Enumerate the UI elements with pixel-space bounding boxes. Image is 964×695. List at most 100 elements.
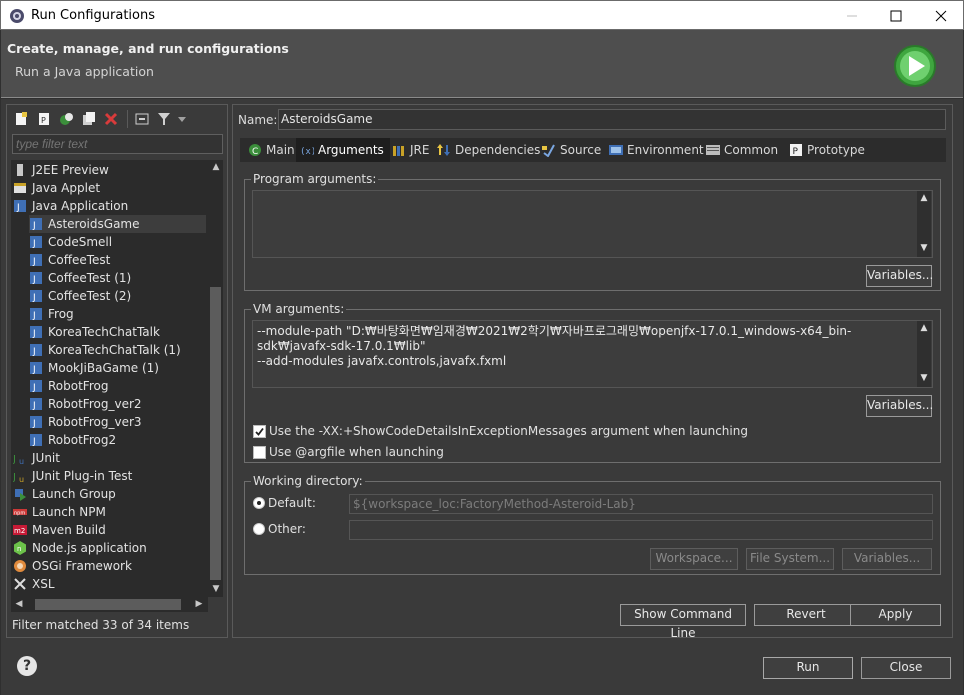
header-title: Create, manage, and run configurations [7,41,289,56]
tree-item-maven-build[interactable]: m2 Maven Build [13,521,106,539]
tab-dependencies[interactable]: Dependencies [433,138,544,162]
minimize-button[interactable] [829,1,875,30]
svg-text:J: J [32,293,36,303]
delete-config-icon[interactable] [103,111,119,127]
window-title: Run Configurations [31,8,155,23]
scroll-right-icon[interactable]: ▶ [192,599,206,609]
default-radio[interactable] [253,497,265,509]
workspace-button[interactable]: Workspace... [650,548,738,570]
config-editor-panel: Name: AsteroidsGame CMain (x)Arguments J… [232,104,953,640]
filter-input[interactable] [12,134,223,154]
tree-item-j2ee-preview[interactable]: J2EE Preview [13,161,109,179]
filter-status: Filter matched 33 of 34 items [12,618,190,632]
tree-item-robotfrog-ver3[interactable]: J RobotFrog_ver3 [29,413,142,431]
tree-item-xsl[interactable]: XSL [13,575,55,593]
scroll-left-icon[interactable]: ◀ [12,599,26,609]
tab-main[interactable]: C Main [244,138,299,162]
environment-tab-icon [609,144,623,155]
prototype-tab-icon: P [790,143,802,157]
tree-vertical-scrollbar[interactable]: ▲ ▼ [208,160,223,597]
svg-text:J: J [13,454,16,465]
new-config-icon[interactable] [13,111,29,127]
program-args-scrollbar[interactable]: ▲ ▼ [917,191,931,257]
chevron-down-icon[interactable] [177,111,187,127]
revert-button[interactable]: Revert [754,604,858,626]
tree-item-java-application[interactable]: J Java Application [13,197,128,215]
tab-prototype[interactable]: P Prototype [785,138,869,162]
java-applet-icon [14,182,26,193]
tree-scroll-thumb[interactable] [210,287,221,580]
maximize-button[interactable] [873,1,919,30]
launch-group-icon [15,488,26,501]
new-prototype-icon[interactable]: P [36,111,52,127]
tree-item-codesmell[interactable]: J CodeSmell [29,233,112,251]
tab-source[interactable]: Source [538,138,605,162]
tree-item-java-applet[interactable]: Java Applet [13,179,100,197]
run-button[interactable]: Run [763,657,853,679]
tree-item-frog[interactable]: J Frog [29,305,74,323]
working-dir-variables-button[interactable]: Variables... [842,548,932,570]
tree-item-coffeetest-2[interactable]: J CoffeeTest (2) [29,287,131,305]
tree-horizontal-scrollbar[interactable]: ◀ ▶ [11,597,208,612]
show-details-checkbox[interactable] [253,425,266,438]
duplicate-config-icon[interactable] [81,111,97,127]
collapse-all-icon[interactable] [134,111,150,127]
export-config-icon[interactable] [58,111,74,127]
other-dir-field[interactable] [349,520,933,540]
tree-item-koreatechchattalk[interactable]: J KoreaTechChatTalk [29,323,160,341]
argfile-checkbox[interactable] [253,446,266,459]
apply-button[interactable]: Apply [850,604,941,626]
java-class-icon: J [30,433,42,447]
other-radio[interactable] [253,523,265,535]
scroll-down-icon[interactable]: ▼ [209,584,223,594]
osgi-icon [14,559,26,572]
tree-item-osgi-framework[interactable]: OSGi Framework [13,557,132,575]
tree-item-nodejs-application[interactable]: n Node.js application [13,539,147,557]
tree-item-mookjibagame-1[interactable]: J MookJiBaGame (1) [29,359,159,377]
scroll-down-icon[interactable]: ▼ [917,243,931,253]
svg-text:J: J [32,383,36,393]
working-directory-legend: Working directory: [251,474,365,488]
tree-item-robotfrog-ver2[interactable]: J RobotFrog_ver2 [29,395,142,413]
tab-jre[interactable]: JRE [388,138,433,162]
tree-hscroll-thumb[interactable] [35,599,181,610]
tree-item-coffeetest-1[interactable]: J CoffeeTest (1) [29,269,131,287]
scroll-up-icon[interactable]: ▲ [209,162,223,172]
tree-item-launch-group[interactable]: Launch Group [13,485,116,503]
vm-args-variables-button[interactable]: Variables... [866,395,933,417]
vm-arguments-legend: VM arguments: [251,302,347,316]
program-args-variables-button[interactable]: Variables... [866,265,933,287]
scroll-down-icon[interactable]: ▼ [917,373,931,383]
tree-item-koreatechchattalk-1[interactable]: J KoreaTechChatTalk (1) [29,341,181,359]
close-button[interactable]: Close [861,657,951,679]
tree-item-robotfrog[interactable]: J RobotFrog [29,377,108,395]
scroll-up-icon[interactable]: ▲ [917,323,931,333]
tree-item-asteroidsgame[interactable]: J AsteroidsGame [29,215,206,233]
program-arguments-group: Program arguments: ▲ ▼ Variables... [244,172,941,291]
vm-arguments-textarea[interactable]: --module-path "D:₩바탕화면₩임재경₩2021₩2학기₩자바프로… [252,320,933,388]
tab-environment[interactable]: Environment [605,138,708,162]
scroll-up-icon[interactable]: ▲ [917,193,931,203]
java-class-icon: J [30,415,42,429]
tab-arguments[interactable]: (x)Arguments [296,138,390,162]
vm-args-scrollbar[interactable]: ▲ ▼ [917,321,931,387]
close-window-button[interactable] [918,1,964,30]
tree-item-launch-npm[interactable]: npm Launch NPM [13,503,106,521]
close-icon [935,10,947,21]
config-list-panel: P J2EE Preview Java Applet JJava Applica… [6,104,228,638]
program-arguments-textarea[interactable] [252,190,933,258]
svg-text:npm: npm [14,510,25,516]
nodejs-icon: n [14,540,26,555]
tree-item-junit-plugin-test[interactable]: Ju JUnit Plug-in Test [13,467,132,485]
tree-item-robotfrog2[interactable]: J RobotFrog2 [29,431,116,449]
filter-icon[interactable] [156,111,172,127]
tree-item-coffeetest[interactable]: J CoffeeTest [29,251,110,269]
svg-text:J: J [32,311,36,321]
config-name-field[interactable]: AsteroidsGame [278,109,946,130]
file-system-button[interactable]: File System... [746,548,834,570]
tree-item-junit[interactable]: Ju JUnit [13,449,60,467]
tab-common[interactable]: Common [702,138,782,162]
show-command-line-button[interactable]: Show Command Line [620,604,746,640]
run-banner-icon [894,45,936,87]
help-icon[interactable]: ? [17,656,37,676]
